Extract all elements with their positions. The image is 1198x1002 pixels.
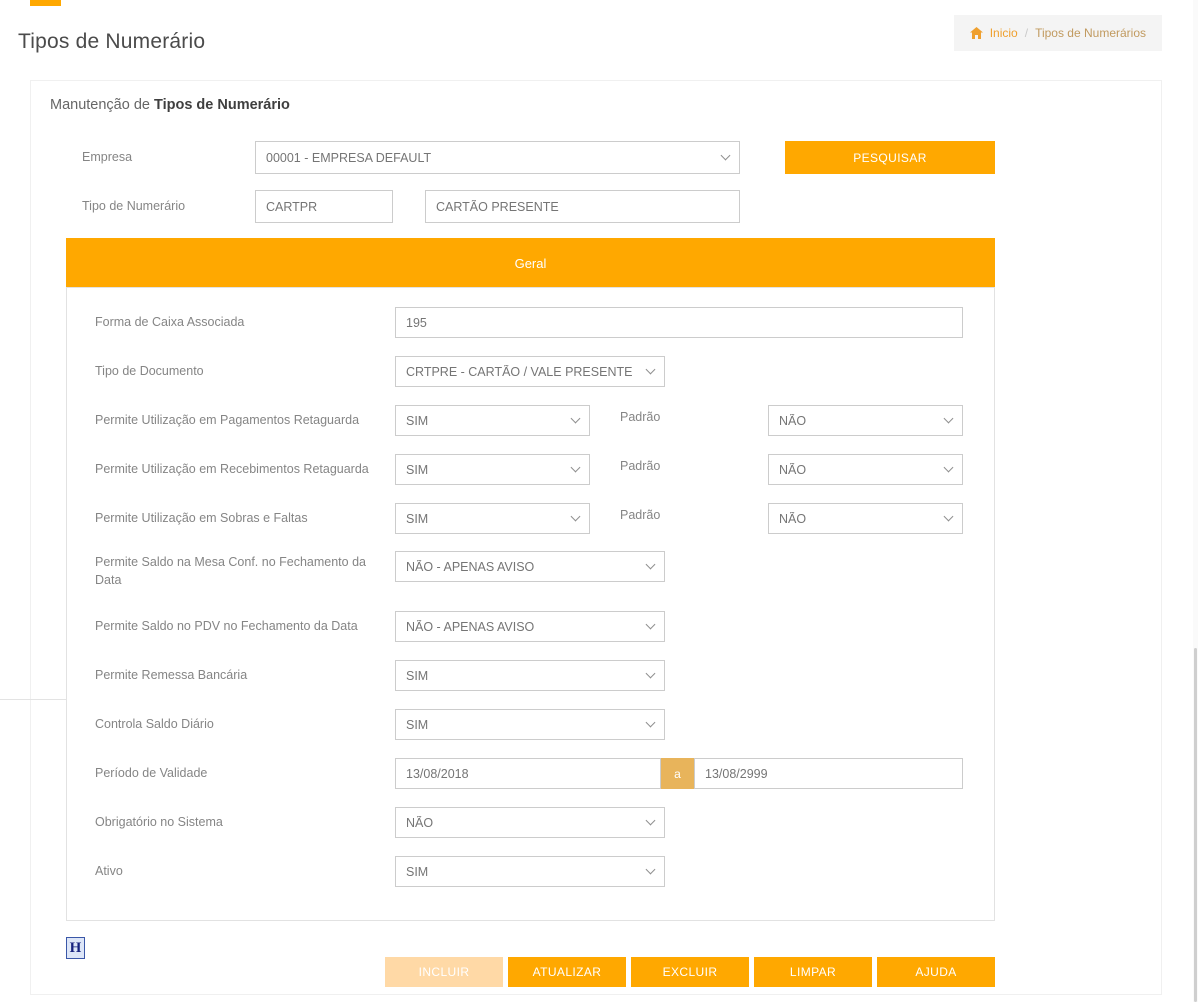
tipo-numerario-code-input[interactable]	[255, 190, 393, 223]
saldo-pdv-select-value: NÃO - APENAS AVISO	[406, 620, 534, 634]
controla-saldo-select-value: SIM	[406, 718, 428, 732]
breadcrumb-separator: /	[1025, 26, 1028, 40]
atualizar-button[interactable]: ATUALIZAR	[508, 957, 626, 987]
remessa-select[interactable]: SIM	[395, 660, 665, 691]
obrigatorio-select-value: NÃO	[406, 816, 433, 830]
pagamentos-label: Permite Utilização em Pagamentos Retagua…	[95, 413, 359, 427]
panel-heading-bold: Tipos de Numerário	[154, 97, 290, 113]
sobras-faltas-select[interactable]: SIM	[395, 503, 590, 534]
periodo-connector: a	[661, 758, 694, 789]
saldo-pdv-select[interactable]: NÃO - APENAS AVISO	[395, 611, 665, 642]
breadcrumb-home-link[interactable]: Inicio	[990, 26, 1018, 40]
pagamentos-select-value: SIM	[406, 414, 428, 428]
sobras-faltas-padrao-select[interactable]: NÃO	[768, 503, 963, 534]
empresa-select[interactable]: 00001 - EMPRESA DEFAULT	[255, 141, 740, 174]
chevron-down-icon	[646, 718, 656, 728]
chevron-down-icon	[646, 865, 656, 875]
remessa-select-value: SIM	[406, 669, 428, 683]
empresa-label: Empresa	[82, 150, 132, 164]
tab-geral[interactable]: Geral	[66, 238, 995, 288]
chevron-down-icon	[944, 414, 954, 424]
chevron-down-icon	[944, 512, 954, 522]
recebimentos-select[interactable]: SIM	[395, 454, 590, 485]
chevron-down-icon	[721, 151, 731, 161]
periodo-label: Período de Validade	[95, 766, 207, 780]
saldo-pdv-label: Permite Saldo no PDV no Fechamento da Da…	[95, 619, 358, 633]
scrollbar-thumb[interactable]	[1194, 648, 1197, 1002]
chevron-down-icon	[646, 620, 656, 630]
excluir-button[interactable]: EXCLUIR	[631, 957, 749, 987]
chevron-down-icon	[571, 414, 581, 424]
saldo-mesa-label: Permite Saldo na Mesa Conf. no Fechament…	[95, 553, 393, 589]
remessa-label: Permite Remessa Bancária	[95, 668, 247, 682]
sobras-faltas-label: Permite Utilização em Sobras e Faltas	[95, 511, 308, 525]
saldo-mesa-select[interactable]: NÃO - APENAS AVISO	[395, 551, 665, 582]
top-accent-bar	[30, 0, 61, 6]
recebimentos-label: Permite Utilização em Recebimentos Retag…	[95, 462, 369, 476]
incluir-button[interactable]: INCLUIR	[385, 957, 503, 987]
chevron-down-icon	[646, 365, 656, 375]
chevron-down-icon	[571, 463, 581, 473]
pagamentos-padrao-select-value: NÃO	[779, 414, 806, 428]
tipo-documento-select[interactable]: CRTPRE - CARTÃO / VALE PRESENTE	[395, 356, 665, 387]
pagamentos-padrao-label: Padrão	[620, 410, 660, 424]
obrigatorio-select[interactable]: NÃO	[395, 807, 665, 838]
forma-caixa-input[interactable]	[395, 307, 963, 338]
pesquisar-button[interactable]: PESQUISAR	[785, 141, 995, 174]
panel-heading-prefix: Manutenção de	[50, 97, 154, 113]
ativo-select-value: SIM	[406, 865, 428, 879]
controla-saldo-label: Controla Saldo Diário	[95, 717, 214, 731]
tipo-documento-label: Tipo de Documento	[95, 364, 204, 378]
h-logo-icon: H	[66, 937, 85, 959]
recebimentos-padrao-label: Padrão	[620, 459, 660, 473]
obrigatorio-label: Obrigatório no Sistema	[95, 815, 223, 829]
pagamentos-select[interactable]: SIM	[395, 405, 590, 436]
recebimentos-padrao-select[interactable]: NÃO	[768, 454, 963, 485]
forma-caixa-label: Forma de Caixa Associada	[95, 315, 244, 329]
saldo-mesa-select-value: NÃO - APENAS AVISO	[406, 560, 534, 574]
ajuda-button[interactable]: AJUDA	[877, 957, 995, 987]
chevron-down-icon	[646, 816, 656, 826]
page-title: Tipos de Numerário	[18, 30, 205, 54]
chevron-down-icon	[646, 669, 656, 679]
recebimentos-padrao-select-value: NÃO	[779, 463, 806, 477]
tipo-documento-select-value: CRTPRE - CARTÃO / VALE PRESENTE	[406, 365, 632, 379]
home-icon	[970, 27, 983, 39]
tab-geral-label: Geral	[515, 256, 547, 271]
periodo-start-input[interactable]	[395, 758, 661, 789]
controla-saldo-select[interactable]: SIM	[395, 709, 665, 740]
panel-heading: Manutenção de Tipos de Numerário	[50, 97, 290, 113]
chevron-down-icon	[571, 512, 581, 522]
tipo-numerario-description-input[interactable]	[425, 190, 740, 223]
sobras-faltas-padrao-label: Padrão	[620, 508, 660, 522]
breadcrumb: Inicio / Tipos de Numerários	[954, 15, 1162, 51]
breadcrumb-current: Tipos de Numerários	[1035, 26, 1146, 40]
tipo-numerario-label: Tipo de Numerário	[82, 199, 185, 213]
recebimentos-select-value: SIM	[406, 463, 428, 477]
empresa-select-value: 00001 - EMPRESA DEFAULT	[266, 151, 431, 165]
sobras-faltas-select-value: SIM	[406, 512, 428, 526]
left-edge-divider	[0, 699, 66, 700]
sobras-faltas-padrao-select-value: NÃO	[779, 512, 806, 526]
chevron-down-icon	[944, 463, 954, 473]
periodo-end-input[interactable]	[694, 758, 963, 789]
page: Tipos de Numerário Inicio / Tipos de Num…	[0, 0, 1198, 1002]
ativo-select[interactable]: SIM	[395, 856, 665, 887]
ativo-label: Ativo	[95, 864, 123, 878]
footer-buttons: INCLUIR ATUALIZAR EXCLUIR LIMPAR AJUDA	[385, 957, 995, 987]
limpar-button[interactable]: LIMPAR	[754, 957, 872, 987]
chevron-down-icon	[646, 560, 656, 570]
pagamentos-padrao-select[interactable]: NÃO	[768, 405, 963, 436]
